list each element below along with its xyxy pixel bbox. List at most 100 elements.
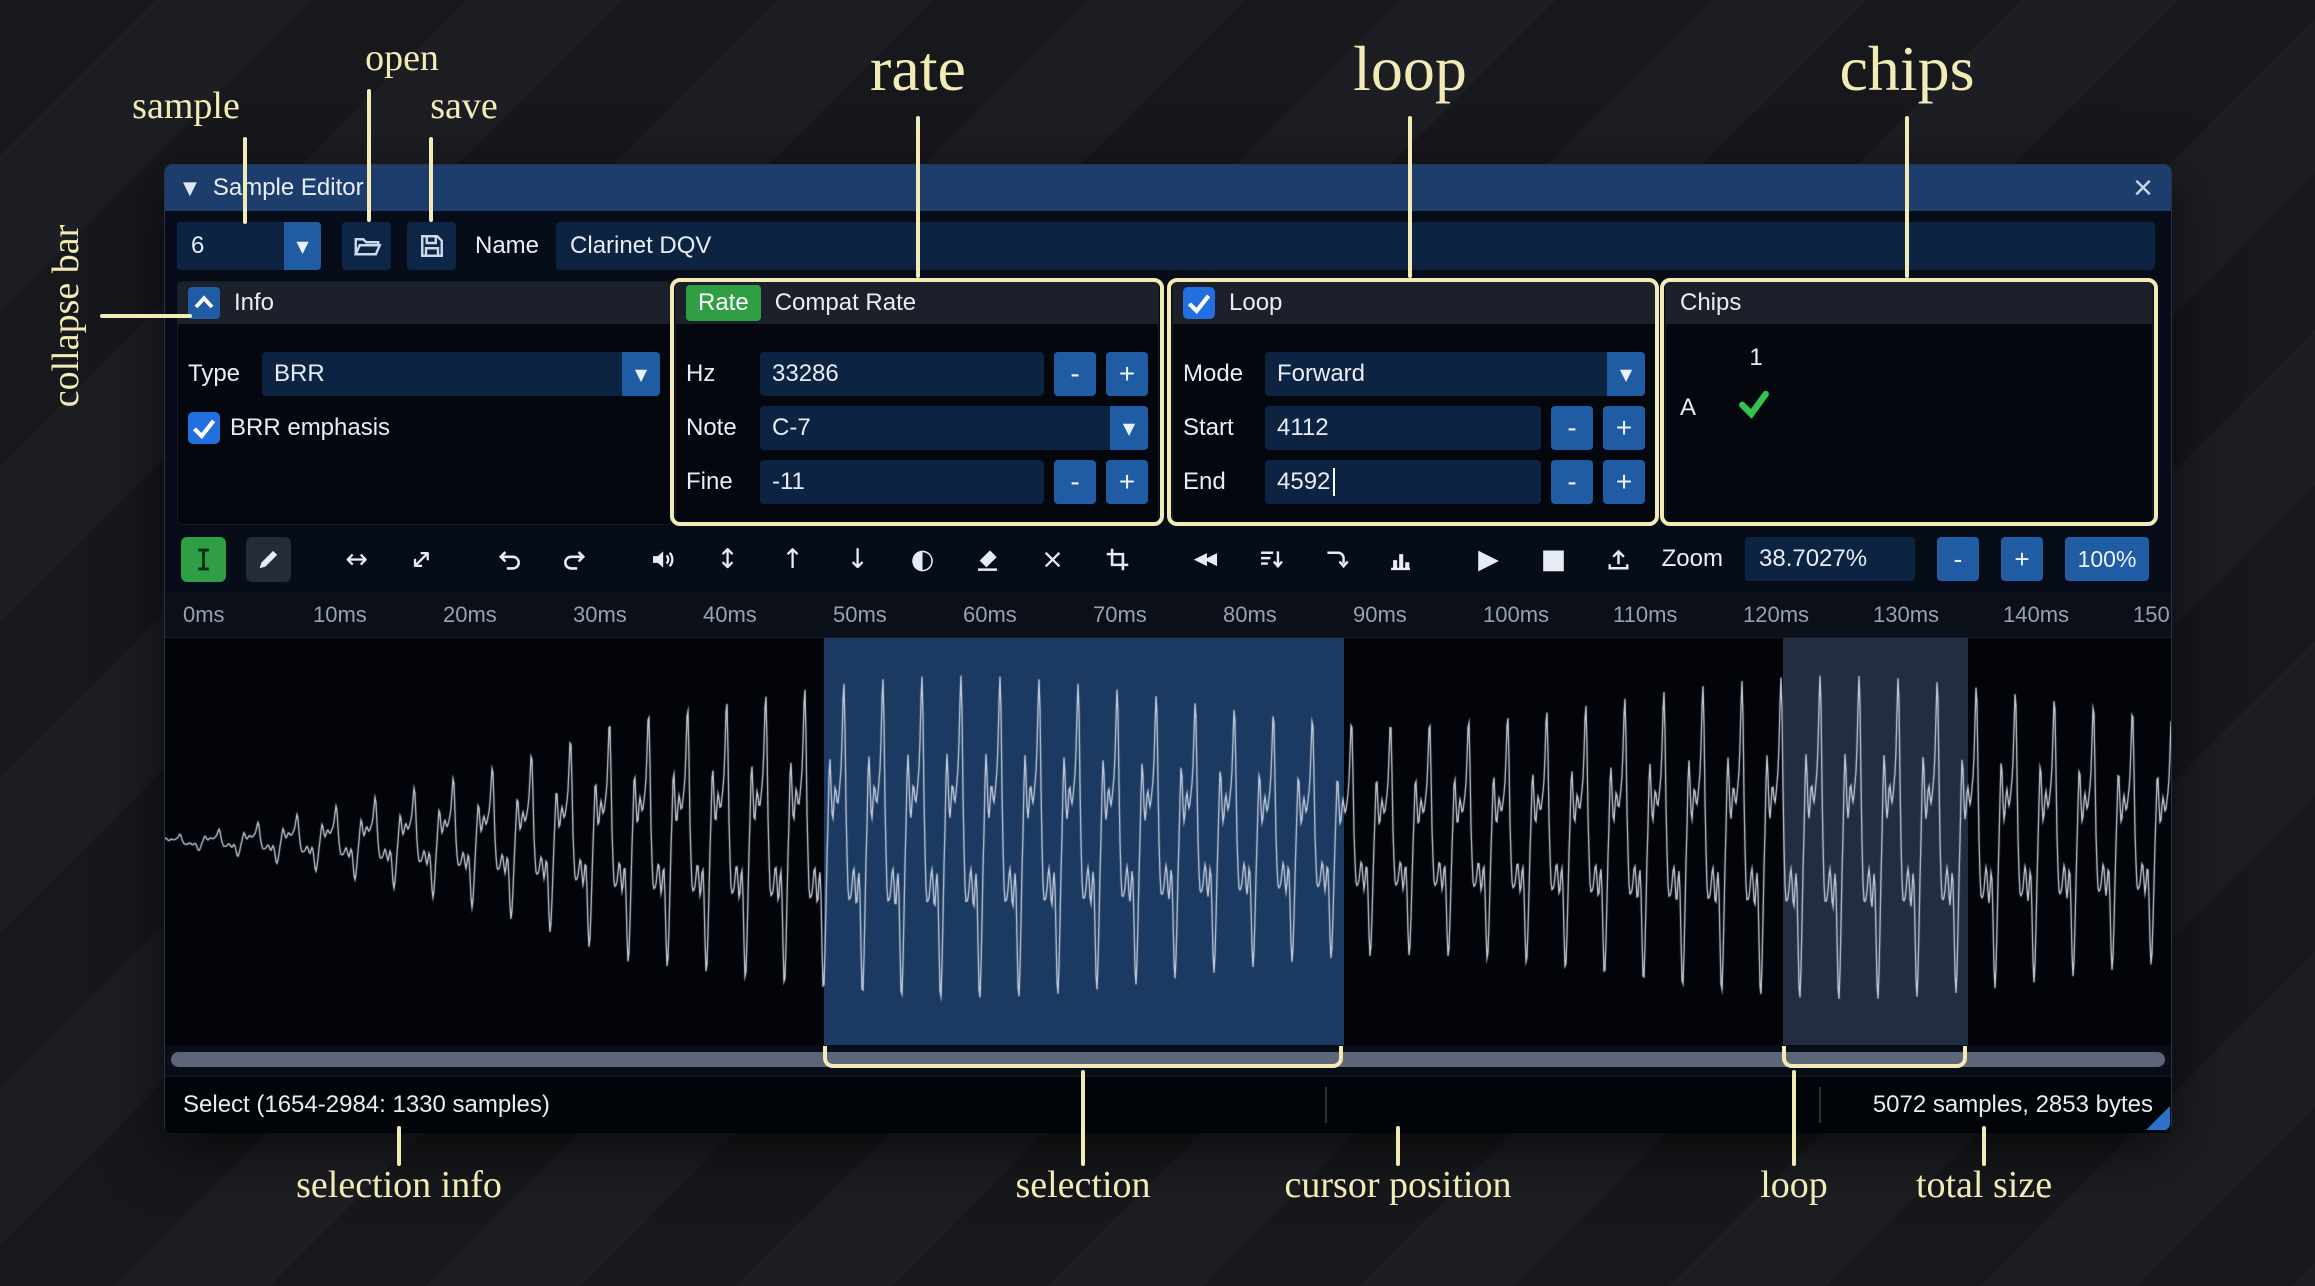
loop-mode-select[interactable]: Forward ▼ [1265, 352, 1645, 396]
chips-column-header: 1 [1749, 344, 1763, 371]
rate-panel-title: Compat Rate [774, 289, 917, 316]
loop-end-label: End [1183, 468, 1226, 495]
loop-mode-value: Forward [1265, 352, 1607, 396]
loop-start-increment-button[interactable]: + [1603, 406, 1645, 450]
ruler-label: 60ms [963, 602, 1017, 627]
ruler-label: 80ms [1223, 602, 1277, 627]
resize-button[interactable]: ↔ [334, 537, 379, 582]
chevron-down-icon[interactable]: ▼ [1110, 406, 1148, 450]
rate-mode-button[interactable]: Rate [686, 285, 761, 321]
brr-emphasis-checkbox[interactable] [188, 412, 220, 444]
zoom-input[interactable]: 38.7027% [1745, 537, 1915, 581]
amplify-button[interactable]: ↕ [705, 537, 750, 582]
ruler-label: 30ms [573, 602, 627, 627]
scrollbar-handle[interactable] [171, 1052, 2165, 1067]
floppy-save-icon [420, 235, 443, 257]
close-icon[interactable]: × [2133, 171, 2153, 205]
annotation-save-label: save [430, 85, 498, 127]
annotation-rate-label: rate [870, 33, 966, 104]
annotation-sample-label: sample [132, 85, 240, 127]
loop-start-input[interactable]: 4112 [1265, 406, 1541, 450]
chips-row: A [1680, 386, 2138, 429]
upload-icon [1608, 549, 1629, 569]
fine-increment-button[interactable]: + [1106, 460, 1148, 504]
hz-input[interactable]: 33286 [760, 352, 1044, 396]
eraser-icon [978, 549, 997, 571]
downsample-button[interactable] [1248, 537, 1293, 582]
chip-enable-checkbox[interactable] [1736, 386, 1772, 429]
save-button[interactable] [407, 222, 456, 270]
ruler-label: 150ms [2133, 602, 2171, 627]
text-caret [1333, 468, 1336, 496]
note-select[interactable]: C-7 ▼ [760, 406, 1148, 450]
fine-input[interactable]: -11 [760, 460, 1044, 504]
open-button[interactable] [342, 222, 391, 270]
loop-enable-checkbox[interactable] [1183, 287, 1215, 319]
lines-down-arrow-icon [1261, 550, 1283, 568]
resize-grip-icon[interactable] [2146, 1106, 2170, 1130]
ruler-label: 0ms [183, 602, 225, 627]
stretch-button[interactable]: ↔ [399, 537, 444, 582]
eraser-button[interactable] [965, 537, 1010, 582]
loop-end-value: 4592 [1277, 468, 1331, 495]
ruler-label: 140ms [2003, 602, 2070, 627]
ruler-label: 120ms [1743, 602, 1810, 627]
waveform-canvas[interactable] [165, 638, 2171, 1045]
chevron-down-icon[interactable]: ▼ [1607, 352, 1645, 396]
fine-decrement-button[interactable]: - [1054, 460, 1096, 504]
titlebar: ▼ Sample Editor × [165, 165, 2171, 211]
insert-silence-button[interactable] [1313, 537, 1358, 582]
chevron-down-icon[interactable]: ▼ [284, 222, 321, 270]
ruler-label: 110ms [1613, 602, 1678, 627]
time-ruler[interactable]: 0ms 10ms 20ms 30ms 40ms 50ms 60ms 70ms 80ms 90ms 1… [165, 593, 2171, 638]
rewind-icon: ◀◀ [1193, 549, 1217, 569]
window-collapse-icon[interactable]: ▼ [183, 178, 197, 199]
draw-button[interactable] [246, 536, 291, 582]
wavetable-button[interactable] [1378, 537, 1423, 582]
hz-increment-button[interactable]: + [1106, 352, 1148, 396]
delete-button[interactable]: × [1030, 537, 1075, 582]
waveform-scrollbar[interactable] [167, 1050, 2169, 1069]
trim-button[interactable] [1095, 537, 1140, 582]
resize-diagonal-icon: ↔ [402, 540, 441, 578]
edit-cursor-button[interactable] [181, 536, 226, 582]
fine-label: Fine [686, 468, 733, 495]
hz-decrement-button[interactable]: - [1054, 352, 1096, 396]
annotation-selection-info-label: selection info [296, 1164, 502, 1206]
sample-toolbar: ↔ ↔ ↕ ↑ ↓ ◐ × ◀◀ ▶ ■ Zoom 38.7027% - + 1… [165, 529, 2171, 589]
collapse-panel-button[interactable] [188, 287, 220, 319]
annotation-open-label: open [365, 37, 439, 79]
rate-panel-header: Rate Compat Rate [676, 282, 1158, 324]
export-button[interactable] [1596, 537, 1641, 582]
sample-number-value: 6 [191, 232, 205, 259]
sample-select[interactable]: 6 ▼ [177, 222, 321, 270]
arrow-updown-icon: ↕ [716, 543, 739, 575]
ruler-label: 100ms [1483, 602, 1550, 627]
undo-button[interactable] [487, 537, 532, 582]
annotation-collapse-bar-label: collapse bar [45, 224, 87, 408]
chevron-down-icon[interactable]: ▼ [622, 352, 660, 396]
fade-in-button[interactable]: ↑ [770, 537, 815, 582]
zoom-reset-button[interactable]: 100% [2065, 537, 2149, 581]
play-icon: ▶ [1478, 543, 1499, 575]
annotation-loop-label: loop [1353, 33, 1467, 104]
ruler-label: 20ms [443, 602, 497, 627]
loop-end-input[interactable]: 4592 [1265, 460, 1541, 504]
zoom-out-button[interactable]: - [1937, 537, 1979, 581]
fade-out-button[interactable]: ↓ [835, 537, 880, 582]
zoom-in-button[interactable]: + [2001, 537, 2043, 581]
name-input[interactable]: Clarinet DQV [556, 222, 2155, 270]
type-select[interactable]: BRR ▼ [262, 352, 660, 396]
volume-button[interactable] [640, 537, 685, 582]
ruler-label: 40ms [703, 602, 757, 627]
redo-button[interactable] [552, 537, 597, 582]
stop-button[interactable]: ■ [1531, 537, 1576, 582]
loop-end-decrement-button[interactable]: - [1551, 460, 1593, 504]
hz-label: Hz [686, 360, 716, 387]
rewind-button[interactable]: ◀◀ [1183, 537, 1228, 582]
invert-button[interactable]: ◐ [900, 537, 945, 582]
loop-end-increment-button[interactable]: + [1603, 460, 1645, 504]
loop-start-decrement-button[interactable]: - [1551, 406, 1593, 450]
play-button[interactable]: ▶ [1466, 537, 1511, 582]
check-icon [192, 419, 216, 440]
